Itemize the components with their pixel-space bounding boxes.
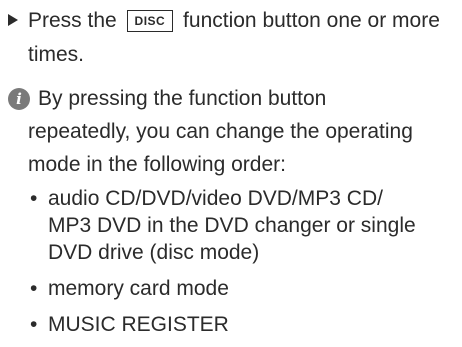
step-text-before: Press the [28, 9, 123, 32]
list-item-line-2: MP3 DVD in the DVD changer or single [48, 214, 416, 237]
info-note: i By pressing the function button repeate… [8, 82, 460, 181]
info-line-1: i By pressing the function button [8, 82, 460, 115]
info-icon: i [8, 88, 30, 110]
list-item-line-3: DVD drive (disc mode) [48, 241, 260, 264]
document-page: Press the DISC function button one or mo… [0, 0, 462, 336]
bullet-icon: • [30, 277, 38, 300]
bullet-icon: • [30, 187, 38, 210]
list-item: • audio CD/DVD/video DVD/MP3 CD/ MP3 DVD… [28, 185, 458, 266]
list-item-line-1: audio CD/DVD/video DVD/MP3 CD/ [48, 187, 383, 210]
list-item-line-1: MUSIC REGISTER [48, 313, 229, 336]
step-arrow-icon [8, 14, 18, 26]
list-item: • MUSIC REGISTER [28, 311, 458, 338]
info-line-3: mode in the following order: [28, 153, 286, 176]
step-text-after: function button one or more [177, 9, 440, 32]
list-item: • memory card mode [28, 275, 458, 302]
disc-key-label: DISC [126, 10, 174, 32]
list-item-line-1: memory card mode [48, 277, 229, 300]
step-text-continuation: times. [28, 43, 85, 66]
mode-order-list: • audio CD/DVD/video DVD/MP3 CD/ MP3 DVD… [28, 185, 458, 347]
info-line-2: repeatedly, you can change the operating [28, 120, 413, 143]
bullet-icon: • [30, 313, 38, 336]
info-text-1: By pressing the function button [38, 87, 327, 110]
instruction-step: Press the DISC function button one or mo… [8, 4, 458, 72]
